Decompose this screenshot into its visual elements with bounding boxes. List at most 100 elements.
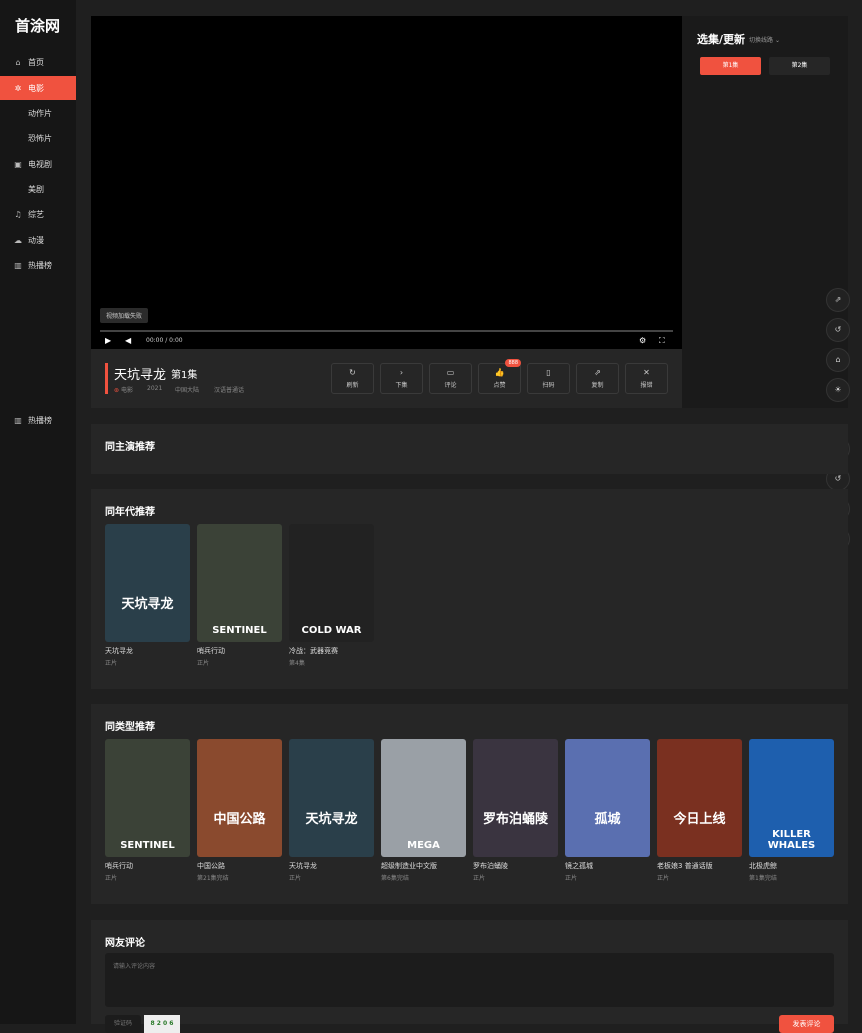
movie-title[interactable]: 冷战：武器竞赛 — [289, 646, 374, 656]
meta-year: 2021 — [147, 385, 163, 392]
movie-card[interactable]: MEGA 超级制造业中文版 第6集完结 — [381, 739, 466, 882]
movie-card[interactable]: COLD WAR 冷战：武器竞赛 第4集 — [289, 524, 374, 667]
movie-card[interactable]: 天坑寻龙 天坑寻龙 正片 — [105, 524, 190, 667]
meta-language: 汉语普通话 — [214, 387, 245, 394]
sidebar-item-label: 动作片 — [28, 108, 52, 118]
movie-poster[interactable]: SENTINEL — [197, 524, 282, 642]
movie-poster[interactable]: 孤城 — [565, 739, 650, 857]
play-icon[interactable]: ▶ — [105, 336, 111, 345]
action-label: 报错 — [640, 382, 653, 389]
sidebar-item-hot-footer[interactable]: ▥ 热播榜 — [0, 408, 76, 432]
sidebar-item-8[interactable]: ▥ 热播榜 — [0, 253, 76, 277]
movie-card[interactable]: SENTINEL 哨兵行动 正片 — [197, 524, 282, 667]
comment-button[interactable]: ▭ 评论 — [429, 363, 472, 394]
movie-poster[interactable]: COLD WAR — [289, 524, 374, 642]
settings-icon[interactable]: ⚙ — [639, 336, 646, 345]
chart-icon: ▥ — [14, 260, 22, 270]
movie-title[interactable]: 哨兵行动 — [197, 646, 282, 656]
meta-region: 中国大陆 — [175, 387, 200, 394]
share-button[interactable]: ⇗ 复制 — [576, 363, 619, 394]
film-icon: ✲ — [14, 83, 22, 93]
movie-title[interactable]: 天坑寻龙 — [105, 646, 190, 656]
movie-title[interactable]: 老板娘3 普通话版 — [657, 861, 742, 871]
movie-status: 正片 — [657, 875, 670, 882]
sidebar-item-1[interactable]: ✲ 电影 — [0, 76, 76, 100]
movie-title[interactable]: 哨兵行动 — [105, 861, 190, 871]
sidebar-item-label: 热播榜 — [28, 415, 52, 425]
movie-poster[interactable]: MEGA — [381, 739, 466, 857]
title-accent — [105, 363, 108, 394]
movie-poster[interactable]: KILLER WHALES — [749, 739, 834, 857]
movie-status: 正片 — [289, 875, 302, 882]
fullscreen-icon[interactable]: ⛶ — [659, 336, 665, 346]
movie-status: 第4集 — [289, 660, 305, 667]
home-float-button[interactable]: ⌂ — [826, 348, 850, 372]
video-info-bar: 天坑寻龙 第1集 ⊛ 电影 2021 中国大陆 汉语普通话 ↻ 刷新 › 下集 ▭ 评论 👍… — [91, 349, 682, 408]
chevron-down-icon: ⌄ — [774, 37, 780, 44]
next-icon: › — [399, 368, 404, 377]
movie-card[interactable]: 今日上线老板娘3 普通话版 正片 — [657, 739, 742, 882]
movie-title[interactable]: 天坑寻龙 — [289, 861, 374, 871]
action-label: 评论 — [444, 382, 457, 389]
phone-button[interactable]: ▯ 扫码 — [527, 363, 570, 394]
action-label: 扫码 — [542, 382, 555, 389]
sidebar-item-label: 恐怖片 — [28, 133, 52, 143]
movie-title[interactable]: 镜之孤城 — [565, 861, 650, 871]
episode-panel: 选集/更新 切换线路 ⌄ 第1集 第2集 — [682, 16, 848, 408]
comment-input[interactable]: 请输入评论内容 — [105, 953, 834, 1007]
episode-button-2[interactable]: 第2集 — [769, 57, 830, 75]
sidebar-item-5[interactable]: 美剧 — [0, 177, 76, 201]
progress-bar[interactable] — [100, 330, 673, 332]
movie-title[interactable]: 罗布泊蛹陵 — [473, 861, 558, 871]
home-icon: ⌂ — [15, 57, 21, 67]
section-title: 同类型推荐 — [105, 722, 155, 733]
chart-icon: ▥ — [14, 415, 22, 425]
sidebar-item-3[interactable]: 恐怖片 — [0, 126, 76, 150]
sidebar-item-7[interactable]: ☁ 动漫 — [0, 228, 76, 252]
like-count-badge: 888 — [505, 359, 521, 367]
refresh-icon: ↺ — [834, 325, 842, 334]
refresh-button[interactable]: ↻ 刷新 — [331, 363, 374, 394]
movie-card[interactable]: 天坑寻龙 天坑寻龙 正片 — [289, 739, 374, 882]
movie-poster[interactable]: 天坑寻龙 — [105, 524, 190, 642]
sidebar-item-label: 电视剧 — [28, 159, 52, 169]
captcha-image[interactable]: 8 2 0 6 — [144, 1015, 180, 1033]
movie-title[interactable]: 北极虎鲸 — [749, 861, 834, 871]
movie-poster[interactable]: 天坑寻龙 — [289, 739, 374, 857]
movie-title[interactable]: 中国公路 — [197, 861, 282, 871]
thumbs-up-button[interactable]: 👍 点赞 888 — [478, 359, 521, 394]
sidebar-item-0[interactable]: ⌂ 首页 — [0, 50, 76, 74]
movie-card[interactable]: 中国公路 中国公路 第21集完结 — [197, 739, 282, 882]
sun-float-button[interactable]: ☀ — [826, 378, 850, 402]
sidebar-item-label: 热播榜 — [28, 260, 52, 270]
sidebar-item-4[interactable]: ▣ 电视剧 — [0, 152, 76, 176]
episode-button-1[interactable]: 第1集 — [700, 57, 761, 75]
movie-card[interactable]: 罗布泊蛹陵 罗布泊蛹陵 正片 — [473, 739, 558, 882]
submit-comment-button[interactable]: 发表评论 — [779, 1015, 834, 1033]
switch-source-dropdown[interactable]: 切换线路 ⌄ — [749, 35, 780, 44]
movie-status: 正片 — [105, 660, 118, 667]
volume-icon[interactable]: ◀ — [125, 336, 131, 345]
thumbs-up-icon: 👍 — [494, 368, 505, 377]
next-button[interactable]: › 下集 — [380, 363, 423, 394]
movie-title[interactable]: 超级制造业中文版 — [381, 861, 466, 871]
cloud-icon: ☁ — [14, 235, 22, 245]
site-logo[interactable]: 首涂网 — [15, 15, 60, 36]
sidebar-item-6[interactable]: ♫ 综艺 — [0, 202, 76, 226]
close-button[interactable]: ✕ 报错 — [625, 363, 668, 394]
time-display: 00:00 / 0:00 — [146, 337, 183, 344]
share-float-button[interactable]: ⇗ — [826, 288, 850, 312]
movie-card[interactable]: 孤城 镜之孤城 正片 — [565, 739, 650, 882]
movie-poster[interactable]: 中国公路 — [197, 739, 282, 857]
movie-card[interactable]: KILLER WHALES 北极虎鲸 第1集完结 — [749, 739, 834, 882]
captcha-input[interactable]: 验证码 — [105, 1015, 141, 1033]
poster-title: KILLER WHALES — [767, 829, 816, 851]
movie-poster[interactable]: SENTINEL — [105, 739, 190, 857]
movie-card[interactable]: SENTINEL 哨兵行动 正片 — [105, 739, 190, 882]
refresh-float-button[interactable]: ↺ — [826, 318, 850, 342]
movie-poster[interactable]: 罗布泊蛹陵 — [473, 739, 558, 857]
movie-poster[interactable]: 今日上线 — [657, 739, 742, 857]
movie-status: 正片 — [565, 875, 578, 882]
sidebar-item-2[interactable]: 动作片 — [0, 101, 76, 125]
video-player[interactable]: 视频加载失败 ▶ ◀ 00:00 / 0:00 ⚙ ⛶ — [91, 16, 682, 349]
